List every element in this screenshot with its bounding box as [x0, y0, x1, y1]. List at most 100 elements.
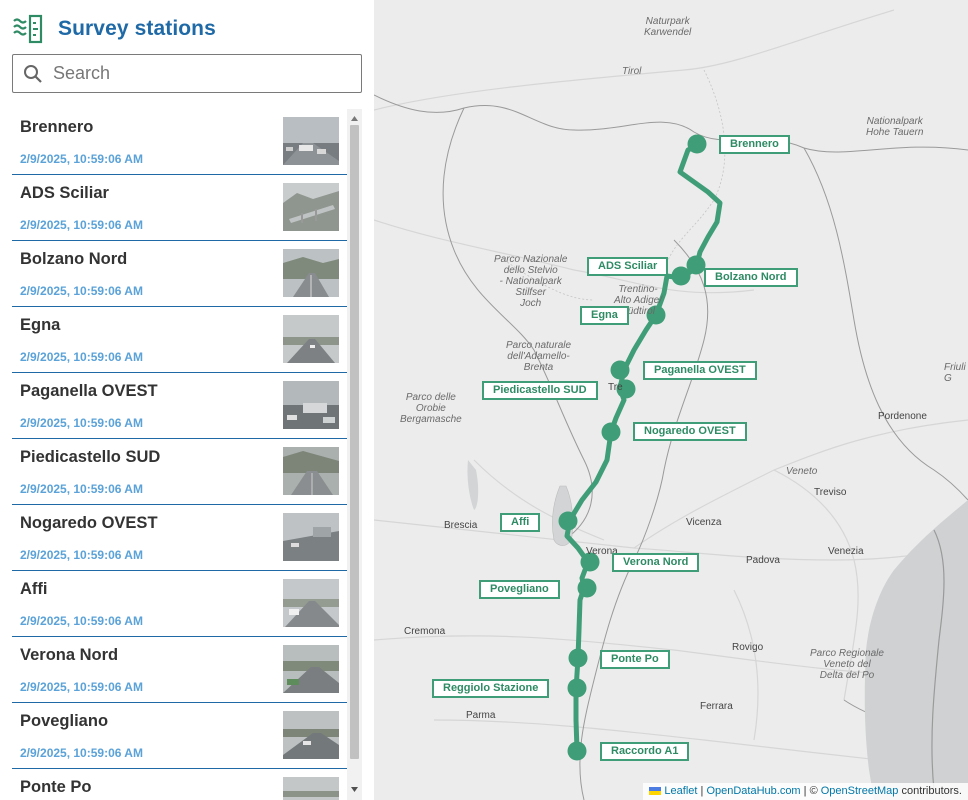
- city-label-parma: Parma: [466, 710, 496, 721]
- webcam-thumbnail[interactable]: [283, 183, 339, 231]
- city-label-padova: Padova: [746, 555, 780, 566]
- map-label-verona-nord[interactable]: Verona Nord: [612, 553, 700, 572]
- station-name: Paganella OVEST: [20, 382, 158, 400]
- station-name: ADS Sciliar: [20, 184, 109, 202]
- station-item-verona-nord[interactable]: Verona Nord 2/9/2025, 10:59:06 AM: [12, 637, 347, 703]
- webcam-thumbnail[interactable]: [283, 249, 339, 297]
- station-name: Piedicastello SUD: [20, 448, 161, 466]
- city-label-pordenone: Pordenone: [878, 411, 927, 422]
- place-label-orobie: Parco delle Orobie Bergamasche: [400, 392, 462, 425]
- webcam-thumbnail[interactable]: [283, 645, 339, 693]
- station-item-bolzano-nord[interactable]: Bolzano Nord 2/9/2025, 10:59:06 AM: [12, 241, 347, 307]
- search-input[interactable]: [53, 63, 333, 84]
- city-label-trento: Tre: [608, 382, 623, 393]
- ukraine-flag-icon: [649, 787, 662, 795]
- place-label-tirol: Tirol: [622, 66, 642, 77]
- station-marker-nogaredo-ovest[interactable]: [601, 422, 621, 442]
- place-label-adamello: Parco naturale dell'Adamello- Brenta: [506, 340, 572, 373]
- city-label-ferrara: Ferrara: [700, 701, 733, 712]
- station-timestamp: 2/9/2025, 10:59:06 AM: [20, 218, 143, 232]
- station-marker-bolzano-nord[interactable]: [686, 255, 706, 275]
- map-label-ads-sciliar[interactable]: ADS Sciliar: [587, 257, 669, 276]
- station-item-egna[interactable]: Egna 2/9/2025, 10:59:06 AM: [12, 307, 347, 373]
- station-timestamp: 2/9/2025, 10:59:06 AM: [20, 680, 143, 694]
- webcam-thumbnail[interactable]: [283, 447, 339, 495]
- map-label-brennero[interactable]: Brennero: [719, 135, 790, 154]
- leaflet-link[interactable]: Leaflet: [664, 785, 697, 797]
- place-label-delta-po: Parco Regionale Veneto del Delta del Po: [810, 648, 884, 681]
- search-icon: [24, 64, 42, 83]
- station-name: Ponte Po: [20, 778, 92, 796]
- station-item-ads-sciliar[interactable]: ADS Sciliar 2/9/2025, 10:59:06 AM: [12, 175, 347, 241]
- city-label-brescia: Brescia: [444, 520, 478, 531]
- webcam-thumbnail[interactable]: [283, 117, 339, 165]
- station-timestamp: 2/9/2025, 10:59:06 AM: [20, 548, 143, 562]
- map-label-povegliano[interactable]: Povegliano: [479, 580, 560, 599]
- webcam-thumbnail[interactable]: [283, 381, 339, 429]
- station-timestamp: 2/9/2025, 10:59:06 AM: [20, 416, 143, 430]
- station-marker-affi[interactable]: [558, 511, 578, 531]
- station-timestamp: 2/9/2025, 10:59:06 AM: [20, 350, 143, 364]
- webcam-thumbnail[interactable]: [283, 579, 339, 627]
- stations-sidebar: Survey stations Brennero 2/9/2025, 10:59…: [0, 0, 374, 800]
- city-label-venezia: Venezia: [828, 546, 864, 557]
- station-list: Brennero 2/9/2025, 10:59:06 AM ADS Scili…: [12, 109, 347, 800]
- city-label-treviso: Treviso: [814, 487, 847, 498]
- webcam-thumbnail[interactable]: [283, 777, 339, 800]
- webcam-thumbnail[interactable]: [283, 315, 339, 363]
- station-marker-brennero[interactable]: [687, 134, 707, 154]
- station-item-ponte-po[interactable]: Ponte Po: [12, 769, 347, 800]
- map-label-bolzano-nord[interactable]: Bolzano Nord: [704, 268, 798, 287]
- station-timestamp: 2/9/2025, 10:59:06 AM: [20, 482, 143, 496]
- search-box[interactable]: [12, 54, 362, 93]
- webcam-thumbnail[interactable]: [283, 711, 339, 759]
- place-label-veneto: Veneto: [786, 466, 818, 477]
- scrollbar-thumb[interactable]: [350, 125, 359, 759]
- station-marker-ponte-po[interactable]: [568, 648, 588, 668]
- openstreetmap-link[interactable]: OpenStreetMap: [821, 785, 899, 797]
- map-label-reggiolo-stazione[interactable]: Reggiolo Stazione: [432, 679, 550, 698]
- station-name: Bolzano Nord: [20, 250, 128, 268]
- station-item-piedicastello-sud[interactable]: Piedicastello SUD 2/9/2025, 10:59:06 AM: [12, 439, 347, 505]
- station-timestamp: 2/9/2025, 10:59:06 AM: [20, 152, 143, 166]
- station-timestamp: 2/9/2025, 10:59:06 AM: [20, 614, 143, 628]
- webcam-thumbnail[interactable]: [283, 513, 339, 561]
- city-label-vicenza: Vicenza: [686, 517, 722, 528]
- map-view[interactable]: Naturpark Karwendel Tirol Nationalpark Hoh…: [374, 0, 968, 800]
- map-label-egna[interactable]: Egna: [580, 306, 629, 325]
- station-item-nogaredo-ovest[interactable]: Nogaredo OVEST 2/9/2025, 10:59:06 AM: [12, 505, 347, 571]
- station-marker-paganella-ovest[interactable]: [610, 360, 630, 380]
- map-label-nogaredo-ovest[interactable]: Nogaredo OVEST: [633, 422, 747, 441]
- station-marker-reggiolo[interactable]: [567, 678, 587, 698]
- station-marker-povegliano[interactable]: [577, 578, 597, 598]
- list-scrollbar[interactable]: [347, 109, 362, 800]
- station-item-paganella-ovest[interactable]: Paganella OVEST 2/9/2025, 10:59:06 AM: [12, 373, 347, 439]
- station-name: Egna: [20, 316, 61, 334]
- sidebar-header: Survey stations: [12, 12, 216, 46]
- station-chart-icon: [13, 14, 43, 44]
- page-title: Survey stations: [58, 17, 216, 40]
- station-item-povegliano[interactable]: Povegliano 2/9/2025, 10:59:06 AM: [12, 703, 347, 769]
- opendatahub-link[interactable]: OpenDataHub.com: [706, 785, 800, 797]
- map-label-paganella-ovest[interactable]: Paganella OVEST: [643, 361, 757, 380]
- attribution-separator-copyright: | ©: [800, 785, 821, 797]
- station-timestamp: 2/9/2025, 10:59:06 AM: [20, 284, 143, 298]
- station-name: Nogaredo OVEST: [20, 514, 158, 532]
- map-label-raccordo-a1[interactable]: Raccordo A1: [600, 742, 690, 761]
- station-name: Verona Nord: [20, 646, 119, 664]
- scroll-up-arrow-icon[interactable]: [347, 111, 362, 125]
- map-attribution: Leaflet | OpenDataHub.com | © OpenStreet…: [643, 783, 968, 800]
- station-item-affi[interactable]: Affi 2/9/2025, 10:59:06 AM: [12, 571, 347, 637]
- station-marker-raccordo[interactable]: [567, 741, 587, 761]
- station-timestamp: 2/9/2025, 10:59:06 AM: [20, 746, 143, 760]
- map-label-affi[interactable]: Affi: [500, 513, 541, 532]
- station-item-brennero[interactable]: Brennero 2/9/2025, 10:59:06 AM: [12, 109, 347, 175]
- scroll-down-arrow-icon[interactable]: [347, 782, 362, 796]
- map-label-piedicastello-sud[interactable]: Piedicastello SUD: [482, 381, 598, 400]
- place-label-karwendel: Naturpark Karwendel: [644, 16, 692, 38]
- station-name: Affi: [20, 580, 48, 598]
- place-label-friuli: Friuli G: [944, 362, 966, 384]
- map-label-ponte-po[interactable]: Ponte Po: [600, 650, 670, 669]
- place-label-hohe-tauern: Nationalpark Hohe Tauern: [866, 116, 924, 138]
- station-name: Brennero: [20, 118, 94, 136]
